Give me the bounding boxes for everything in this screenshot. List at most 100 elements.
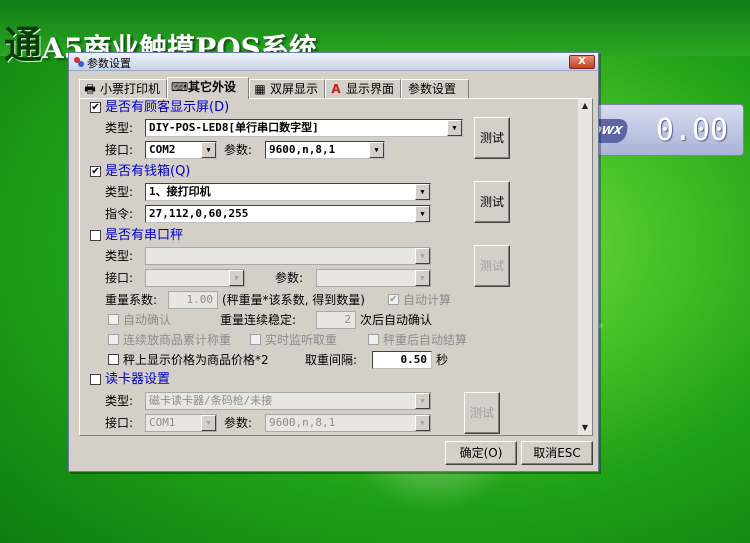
auto-calc-checkbox[interactable]: ✔ [388,294,399,305]
select-value: 1、接打印机 [149,185,211,198]
settings-scroll-area: ✔ 是否有顾客显示屏(D) 类型: DIY-POS-LED8[单行串口数字型] … [80,99,580,435]
dual-screen-icon: ▦ [254,82,266,96]
select-value: 9600,n,8,1 [269,416,336,429]
card-reader-param-label: 参数: [224,416,253,430]
card-reader-type-select[interactable]: 磁卡读卡器/条码枪/未接 ▼ [145,392,431,410]
tab-label: 小票打印机 [100,82,161,96]
customer-display-checkbox[interactable]: ✔ [90,102,101,113]
card-reader-checkbox[interactable] [90,374,101,385]
tab-bar: 🖶 小票打印机 ⌨ 其它外设 ▦ 双屏显示 A 显示界面 参数设置 [79,77,589,99]
app-title: 通A5商业触摸POS系统 [0,14,420,67]
auto-calc-label: 自动计算 [403,293,452,307]
select-value: 磁卡读卡器/条码枪/未接 [149,394,273,407]
card-reader-port-select[interactable]: COM1 ▼ [145,414,217,432]
app-brand: 通 [4,22,43,67]
customer-display-port-select[interactable]: COM2 ▼ [145,141,217,159]
chevron-down-icon[interactable]: ▼ [415,393,430,409]
select-value: COM2 [149,143,176,156]
cash-drawer-type-select[interactable]: 1、接打印机 ▼ [145,183,431,201]
tab-label: 参数设置 [408,82,457,96]
tab-display-ui[interactable]: A 显示界面 [325,79,401,99]
chevron-down-icon[interactable]: ▼ [415,184,430,200]
interval-field[interactable]: 0.50 [372,351,432,369]
scale-port-label: 接口: [105,271,134,285]
card-reader-param-select[interactable]: 9600,n,8,1 ▼ [265,414,431,432]
scale-type-label: 类型: [105,249,134,263]
chevron-down-icon[interactable]: ▼ [447,120,462,136]
font-icon: A [331,82,341,96]
auto-confirm-checkbox[interactable] [108,314,119,325]
scale-coef-label: 重量系数: [105,293,158,307]
chevron-down-icon[interactable]: ▼ [415,270,430,286]
card-reader-port-label: 接口: [105,416,134,430]
stable-count-field[interactable]: 2 [316,311,356,329]
ok-button[interactable]: 确定(O) [445,441,517,465]
cash-drawer-type-label: 类型: [105,185,134,199]
scale-coef-note: (秤重量*该系数, 得到数量) [222,293,365,307]
select-value: COM1 [149,416,176,429]
scale-port-select[interactable]: ▼ [145,269,245,287]
scale-test-button[interactable]: 测试 [474,245,510,287]
chevron-down-icon[interactable]: ▼ [201,415,216,431]
app-icon [74,57,84,67]
cash-drawer-checkbox[interactable]: ✔ [90,166,101,177]
vertical-scrollbar[interactable]: ▲ ▼ [578,99,592,435]
chevron-down-icon[interactable]: ▼ [201,142,216,158]
tab-panel: ✔ 是否有顾客显示屏(D) 类型: DIY-POS-LED8[单行串口数字型] … [79,98,593,436]
continuous-weigh-checkbox[interactable] [108,334,119,345]
stable-after-label: 次后自动确认 [360,313,433,327]
stable-label: 重量连续稳定: [220,313,297,327]
printer-icon: 🖶 [84,82,96,96]
device-icon: ⌨ [171,80,189,94]
cash-drawer-test-button[interactable]: 测试 [474,181,510,223]
chevron-down-icon[interactable]: ▼ [369,142,384,158]
select-value: 27,112,0,60,255 [149,207,249,220]
tab-parameters[interactable]: 参数设置 [401,79,469,99]
customer-display-param-label: 参数: [224,143,253,157]
select-value: 9600,n,8,1 [269,143,336,156]
cash-drawer-cmd-label: 指令: [105,207,134,221]
tab-label: 其它外设 [188,80,237,94]
tab-label: 显示界面 [346,82,395,96]
auto-checkout-checkbox[interactable] [368,334,379,345]
card-reader-type-label: 类型: [105,394,134,408]
scale-coef-field[interactable]: 1.00 [168,291,218,309]
select-value: DIY-POS-LED8[单行串口数字型] [149,121,319,134]
tab-label: 双屏显示 [270,82,319,96]
chevron-down-icon[interactable]: ▼ [415,415,430,431]
scroll-down-icon[interactable]: ▼ [578,421,592,435]
customer-display-type-label: 类型: [105,121,134,135]
settings-dialog: 参数设置 X 🖶 小票打印机 ⌨ 其它外设 ▦ 双屏显示 A 显示界面 参数设置… [68,52,599,472]
auto-confirm-label: 自动确认 [123,313,172,327]
customer-display-param-select[interactable]: 9600,n,8,1 ▼ [265,141,385,159]
customer-display-label: 是否有顾客显示屏(D) [105,100,230,115]
tab-receipt-printer[interactable]: 🖶 小票打印机 [79,79,167,99]
realtime-listen-label: 实时监听取重 [265,333,338,347]
chevron-down-icon[interactable]: ▼ [415,248,430,264]
scroll-up-icon[interactable]: ▲ [578,99,592,113]
card-reader-test-button[interactable]: 测试 [464,392,500,434]
price-x2-checkbox[interactable] [108,354,119,365]
scale-type-select[interactable]: ▼ [145,247,431,265]
scale-param-label: 参数: [275,271,304,285]
auto-checkout-label: 秤重后自动结算 [383,333,468,347]
cancel-button[interactable]: 取消ESC [521,441,593,465]
serial-scale-checkbox[interactable] [90,230,101,241]
customer-display-test-button[interactable]: 测试 [474,117,510,159]
tab-other-peripherals[interactable]: ⌨ 其它外设 [167,77,249,99]
dialog-title: 参数设置 [87,57,131,70]
dialog-titlebar[interactable]: 参数设置 X [69,53,598,71]
chevron-down-icon[interactable]: ▼ [229,270,244,286]
scale-param-select[interactable]: ▼ [316,269,431,287]
realtime-listen-checkbox[interactable] [250,334,261,345]
cash-drawer-cmd-select[interactable]: 27,112,0,60,255 ▼ [145,205,431,223]
chevron-down-icon[interactable]: ▼ [415,206,430,222]
interval-unit: 秒 [436,353,449,367]
customer-display-type-select[interactable]: DIY-POS-LED8[单行串口数字型] ▼ [145,119,463,137]
close-button[interactable]: X [569,55,595,69]
display-amount: 0.00 [655,113,729,148]
interval-label: 取重间隔: [305,353,358,367]
price-x2-label: 秤上显示价格为商品价格*2 [123,353,269,367]
tab-dual-screen[interactable]: ▦ 双屏显示 [249,79,325,99]
card-reader-label: 读卡器设置 [105,372,171,387]
